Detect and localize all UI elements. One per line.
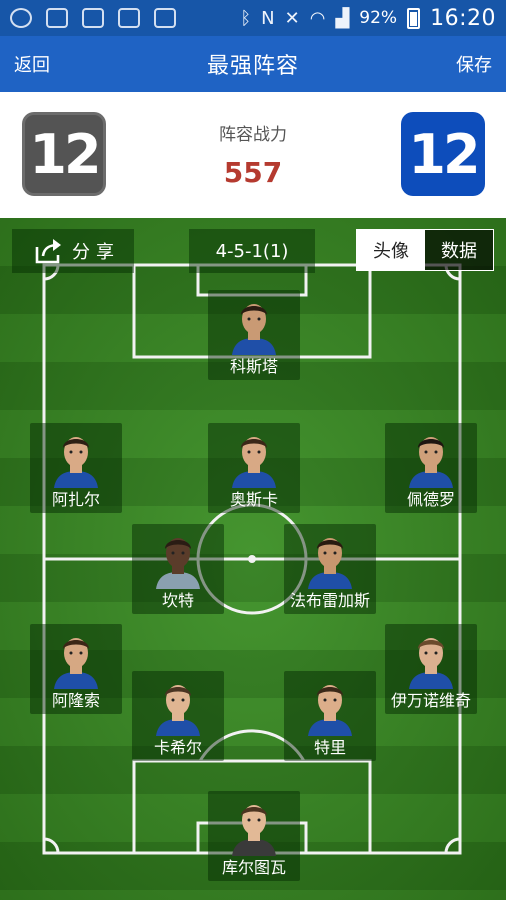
- mute-icon: ✕: [284, 7, 300, 29]
- player-name: 伊万诺维奇: [390, 691, 471, 710]
- player-card[interactable]: 阿隆索: [30, 624, 122, 714]
- player-card[interactable]: 阿扎尔: [30, 423, 122, 513]
- player-card[interactable]: 坎特: [132, 524, 224, 614]
- player-avatar: [156, 685, 200, 736]
- corner-arc-bl: [43, 837, 60, 854]
- player-avatar: [54, 437, 98, 488]
- right-badge-number: 12: [408, 122, 480, 186]
- share-button[interactable]: 分享: [12, 229, 134, 273]
- player-avatar: [232, 437, 276, 488]
- mail-notification-icon: [82, 8, 104, 28]
- bluetooth-icon: ᛒ: [240, 7, 252, 29]
- lineup-header: 12 阵容战力 557 12: [0, 92, 506, 218]
- player-avatar: [308, 685, 352, 736]
- data-view-tab[interactable]: 数据: [425, 230, 493, 270]
- player-card[interactable]: 法布雷加斯: [284, 524, 376, 614]
- player-card[interactable]: 科斯塔: [208, 290, 300, 380]
- view-toggle: 头像 数据: [356, 229, 494, 271]
- player-name: 佩德罗: [406, 490, 455, 509]
- player-name: 奥斯卡: [229, 490, 278, 509]
- player-card[interactable]: 奥斯卡: [208, 423, 300, 513]
- player-avatar: [308, 538, 352, 589]
- centre-spot: [248, 555, 256, 563]
- app-s-notification-icon: [154, 8, 176, 28]
- player-avatar: [54, 638, 98, 689]
- player-card[interactable]: 库尔图瓦: [208, 791, 300, 881]
- player-card[interactable]: 伊万诺维奇: [385, 624, 477, 714]
- clock: 16:20: [430, 5, 496, 31]
- avatar-view-tab[interactable]: 头像: [357, 230, 425, 270]
- player-card[interactable]: 卡希尔: [132, 671, 224, 761]
- player-name: 库尔图瓦: [221, 858, 286, 877]
- player-avatar: [409, 638, 453, 689]
- status-bar: ᛒ N ✕ ◠ ▟ 92% 16:20: [0, 0, 506, 36]
- player-name: 阿隆索: [51, 691, 100, 710]
- player-avatar: [232, 805, 276, 856]
- back-button[interactable]: 返回: [14, 51, 50, 77]
- player-name: 科斯塔: [229, 357, 278, 376]
- nav-bar: 返回 最强阵容 保存: [0, 36, 506, 92]
- player-name: 卡希尔: [153, 738, 202, 757]
- chat-notification-icon: [10, 8, 32, 28]
- player-avatar: [232, 304, 276, 355]
- player-name: 法布雷加斯: [289, 591, 370, 610]
- formation-selector[interactable]: 4-5-1(1): [189, 229, 315, 273]
- image-notification-icon: [118, 8, 140, 28]
- battery-icon: [407, 7, 421, 29]
- player-avatar: [156, 538, 200, 589]
- app-notification-icon: [46, 8, 68, 28]
- corner-arc-br: [444, 837, 461, 854]
- football-pitch: 分享 4-5-1(1) 头像 数据 科斯塔阿扎尔 奥斯卡 佩德罗坎特 法布雷加斯阿隆索…: [0, 218, 506, 900]
- player-name: 特里: [313, 738, 346, 757]
- share-label: 分享: [72, 242, 120, 263]
- share-icon: [35, 239, 61, 264]
- signal-icon: ▟: [335, 7, 350, 29]
- page-title: 最强阵容: [206, 54, 299, 79]
- wifi-icon: ◠: [309, 7, 326, 29]
- player-card[interactable]: 佩德罗: [385, 423, 477, 513]
- player-name: 坎特: [161, 591, 194, 610]
- right-team-badge[interactable]: 12: [401, 112, 485, 196]
- player-name: 阿扎尔: [51, 490, 100, 509]
- save-button[interactable]: 保存: [456, 51, 492, 77]
- battery-percent: 92%: [359, 8, 398, 28]
- player-card[interactable]: 特里: [284, 671, 376, 761]
- player-avatar: [409, 437, 453, 488]
- nfc-icon: N: [261, 7, 275, 29]
